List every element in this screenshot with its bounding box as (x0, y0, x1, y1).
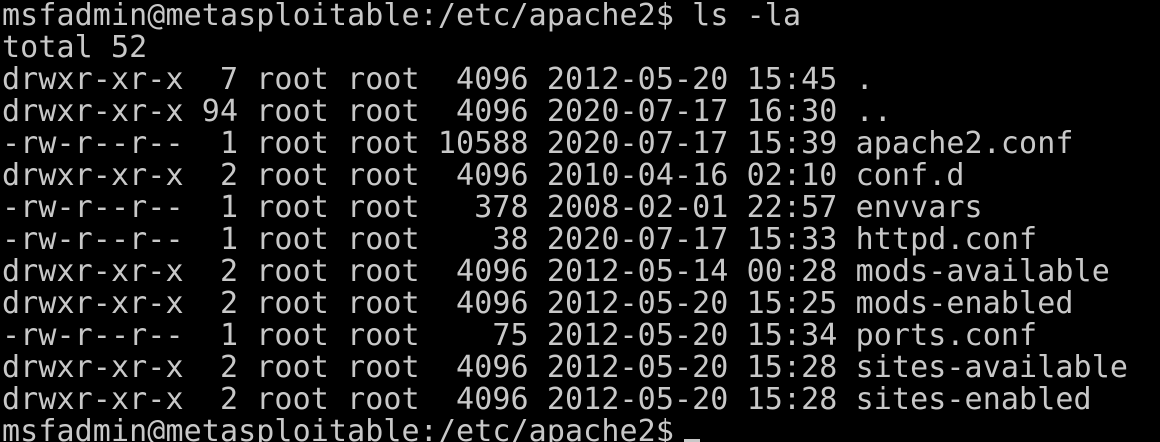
input-line[interactable]: msfadmin@metasploitable:/etc/apache2$ (0, 416, 1160, 442)
final-prompt: msfadmin@metasploitable:/etc/apache2$ (2, 416, 674, 442)
total-line: total 52 (2, 32, 148, 64)
terminal-window[interactable]: msfadmin@metasploitable:/etc/apache2$ ls… (0, 0, 1160, 442)
listing-row: -rw-r--r-- 1 root root 38 2020-07-17 15:… (2, 224, 1038, 256)
command-text: ls -la (692, 0, 802, 32)
listing-row: drwxr-xr-x 7 root root 4096 2012-05-20 1… (2, 64, 874, 96)
listing-row: drwxr-xr-x 2 root root 4096 2010-04-16 0… (2, 160, 965, 192)
prompt: msfadmin@metasploitable:/etc/apache2$ (2, 0, 674, 32)
listing-row: drwxr-xr-x 2 root root 4096 2012-05-14 0… (2, 256, 1110, 288)
listing-row: drwxr-xr-x 2 root root 4096 2012-05-20 1… (2, 288, 1074, 320)
listing-row: -rw-r--r-- 1 root root 378 2008-02-01 22… (2, 192, 983, 224)
listing-row: drwxr-xr-x 2 root root 4096 2012-05-20 1… (2, 352, 1129, 384)
listing-row: -rw-r--r-- 1 root root 10588 2020-07-17 … (2, 128, 1074, 160)
listing-row: -rw-r--r-- 1 root root 75 2012-05-20 15:… (2, 320, 1038, 352)
command-line: msfadmin@metasploitable:/etc/apache2$ ls… (0, 0, 1160, 32)
listing-row: drwxr-xr-x 94 root root 4096 2020-07-17 … (2, 96, 892, 128)
listing-row: drwxr-xr-x 2 root root 4096 2012-05-20 1… (2, 384, 1092, 416)
